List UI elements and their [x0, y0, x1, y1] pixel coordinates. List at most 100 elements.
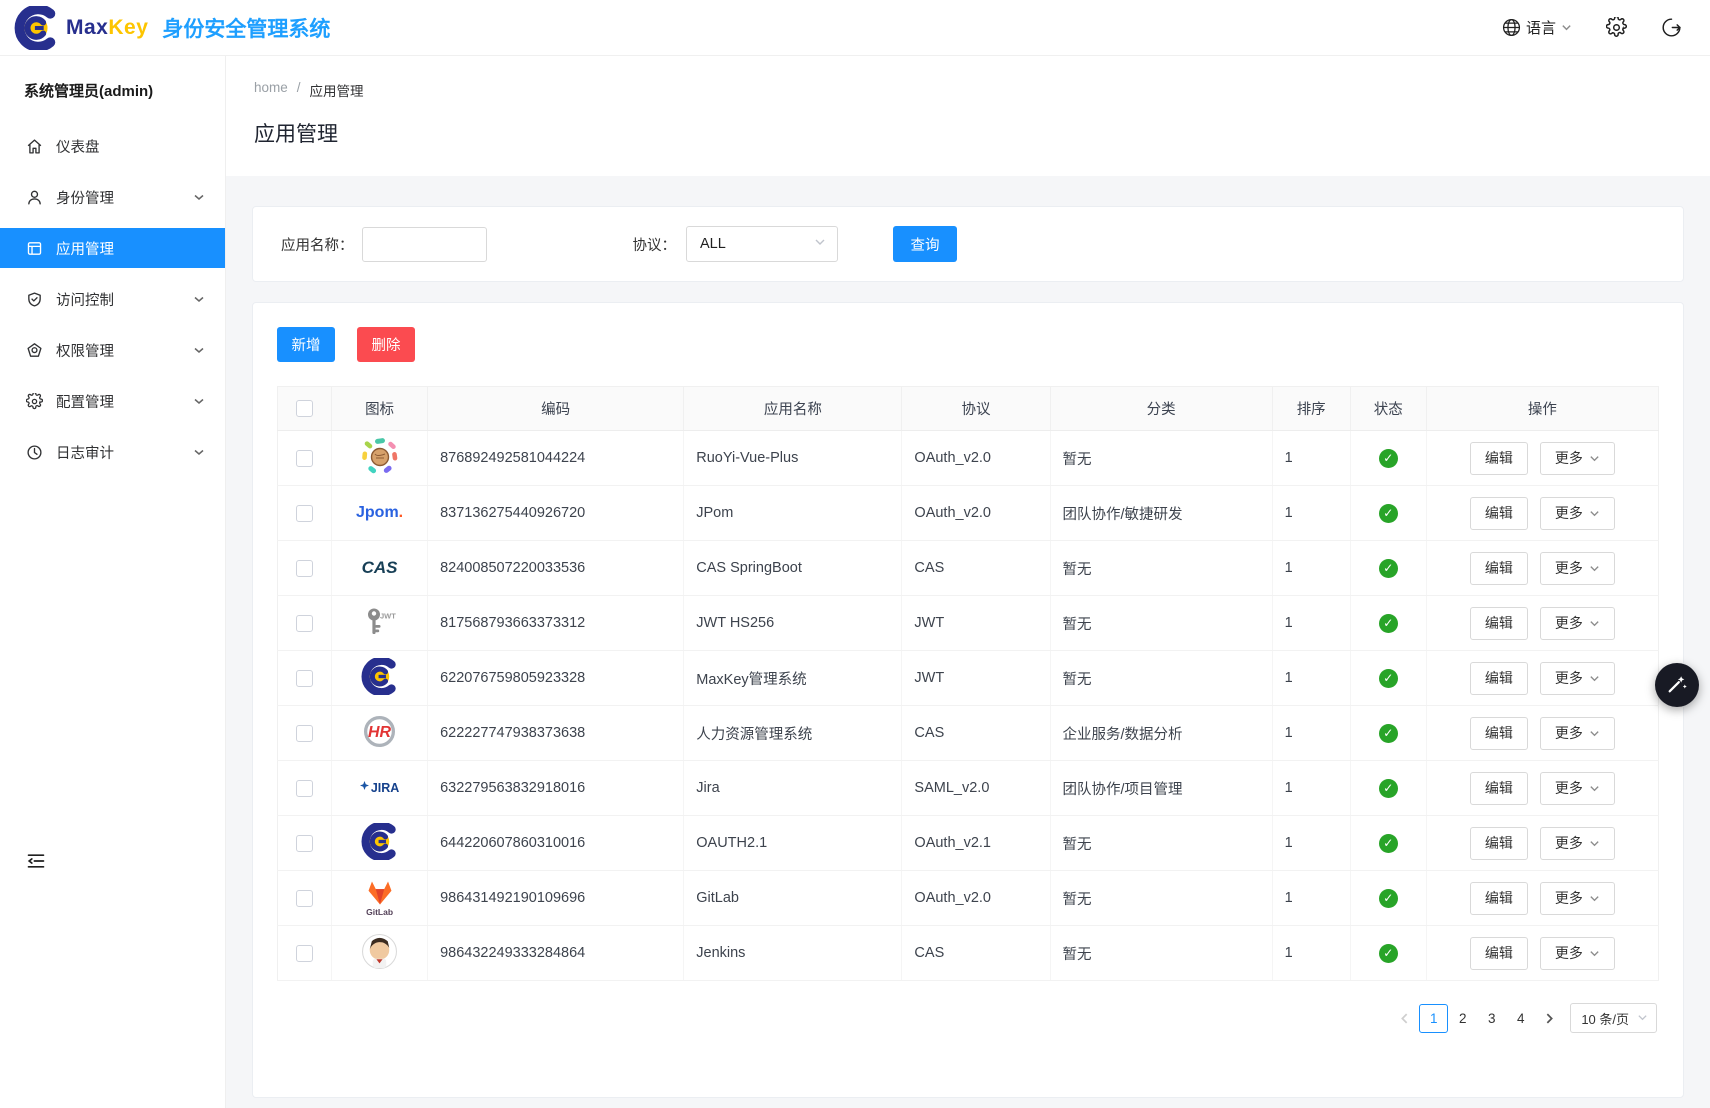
- check-circle-icon: ✓: [1379, 504, 1398, 523]
- chevron-down-icon: [814, 236, 826, 252]
- edit-button[interactable]: 编辑: [1470, 442, 1528, 475]
- edit-button[interactable]: 编辑: [1470, 937, 1528, 970]
- more-button[interactable]: 更多: [1540, 607, 1615, 640]
- table-row: JIRA 632279563832918016 Jira SAML_v2.0 团…: [278, 761, 1659, 816]
- page-title: 应用管理: [254, 118, 1680, 148]
- app-code: 644220607860310016: [428, 816, 684, 871]
- table-header-row: 图标 编码 应用名称 协议 分类 排序 状态 操作: [278, 387, 1659, 431]
- edit-button[interactable]: 编辑: [1470, 772, 1528, 805]
- clock-icon: [26, 444, 43, 461]
- row-checkbox[interactable]: [296, 560, 313, 577]
- app-name-input[interactable]: [362, 227, 487, 262]
- app-category: 暂无: [1050, 871, 1272, 926]
- row-checkbox[interactable]: [296, 890, 313, 907]
- row-checkbox[interactable]: [296, 945, 313, 962]
- add-button[interactable]: 新增: [277, 327, 335, 362]
- app-sort: 1: [1272, 871, 1350, 926]
- app-name: RuoYi-Vue-Plus: [684, 431, 902, 486]
- menu-fold-icon[interactable]: [26, 851, 46, 876]
- app-protocol: CAS: [902, 541, 1050, 596]
- language-menu[interactable]: 语言: [1502, 17, 1572, 38]
- page-button-3[interactable]: 3: [1477, 1004, 1506, 1033]
- page-head: home / 应用管理 应用管理: [226, 56, 1710, 176]
- sidebar-item-应用管理[interactable]: 应用管理: [0, 228, 225, 268]
- edit-button[interactable]: 编辑: [1470, 882, 1528, 915]
- app-name: JPom: [684, 486, 902, 541]
- pagination: 1234 10 条/页: [277, 1003, 1659, 1033]
- edit-button[interactable]: 编辑: [1470, 662, 1528, 695]
- jira-logo: JIRA: [360, 769, 399, 807]
- logout-icon[interactable]: [1661, 17, 1682, 38]
- gitlab-logo: GitLab: [366, 879, 394, 917]
- breadcrumb-current: 应用管理: [310, 80, 364, 100]
- app-sort: 1: [1272, 596, 1350, 651]
- check-circle-icon: ✓: [1379, 614, 1398, 633]
- row-checkbox[interactable]: [296, 450, 313, 467]
- chevron-down-icon: [1589, 563, 1600, 574]
- more-button[interactable]: 更多: [1540, 442, 1615, 475]
- sidebar-item-仪表盘[interactable]: 仪表盘: [0, 126, 225, 166]
- edit-button[interactable]: 编辑: [1470, 717, 1528, 750]
- page-button-2[interactable]: 2: [1448, 1004, 1477, 1033]
- app-protocol: CAS: [902, 706, 1050, 761]
- gear-icon[interactable]: [1606, 17, 1627, 38]
- svg-text:JWT: JWT: [380, 611, 396, 620]
- more-button[interactable]: 更多: [1540, 827, 1615, 860]
- row-checkbox[interactable]: [296, 670, 313, 687]
- sidebar-item-权限管理[interactable]: 权限管理: [0, 330, 225, 370]
- sidebar-item-日志审计[interactable]: 日志审计: [0, 432, 225, 472]
- sidebar-item-身份管理[interactable]: 身份管理: [0, 177, 225, 217]
- check-circle-icon: ✓: [1379, 834, 1398, 853]
- hr-logo: HR: [361, 712, 398, 750]
- chevron-right-icon[interactable]: [1543, 1012, 1556, 1025]
- check-circle-icon: ✓: [1379, 559, 1398, 578]
- chevron-left-icon[interactable]: [1398, 1012, 1411, 1025]
- chevron-down-icon: [1637, 1011, 1648, 1026]
- select-all-checkbox[interactable]: [296, 400, 313, 417]
- more-button[interactable]: 更多: [1540, 662, 1615, 695]
- more-button[interactable]: 更多: [1540, 552, 1615, 585]
- app-code: 837136275440926720: [428, 486, 684, 541]
- page-size-select[interactable]: 10 条/页: [1570, 1003, 1657, 1033]
- more-button[interactable]: 更多: [1540, 717, 1615, 750]
- app-category: 暂无: [1050, 596, 1272, 651]
- app-protocol: OAuth_v2.0: [902, 871, 1050, 926]
- more-button[interactable]: 更多: [1540, 937, 1615, 970]
- edit-button[interactable]: 编辑: [1470, 607, 1528, 640]
- protocol-select[interactable]: ALL: [686, 226, 838, 262]
- search-button[interactable]: 查询: [893, 226, 957, 262]
- page-button-1[interactable]: 1: [1419, 1004, 1448, 1033]
- more-button[interactable]: 更多: [1540, 772, 1615, 805]
- check-circle-icon: ✓: [1379, 669, 1398, 688]
- app-category: 团队协作/敏捷研发: [1050, 486, 1272, 541]
- breadcrumb-separator: /: [297, 80, 301, 100]
- app-name: 人力资源管理系统: [684, 706, 902, 761]
- table-row: GitLab 986431492190109696 GitLab OAuth_v…: [278, 871, 1659, 926]
- check-circle-icon: ✓: [1379, 449, 1398, 468]
- table-body: 876892492581044224 RuoYi-Vue-Plus OAuth_…: [278, 431, 1659, 981]
- row-checkbox[interactable]: [296, 725, 313, 742]
- breadcrumb-home[interactable]: home: [254, 80, 288, 100]
- edit-button[interactable]: 编辑: [1470, 827, 1528, 860]
- edit-button[interactable]: 编辑: [1470, 552, 1528, 585]
- sidebar-item-配置管理[interactable]: 配置管理: [0, 381, 225, 421]
- sidebar-item-访问控制[interactable]: 访问控制: [0, 279, 225, 319]
- more-button[interactable]: 更多: [1540, 882, 1615, 915]
- app-protocol: JWT: [902, 651, 1050, 706]
- app-name: Jira: [684, 761, 902, 816]
- gear-icon: [26, 393, 43, 410]
- column-header-protocol: 协议: [902, 387, 1050, 431]
- edit-button[interactable]: 编辑: [1470, 497, 1528, 530]
- row-checkbox[interactable]: [296, 505, 313, 522]
- column-header-actions: 操作: [1426, 387, 1658, 431]
- floating-tool-button[interactable]: [1655, 663, 1699, 707]
- app-category: 暂无: [1050, 926, 1272, 981]
- app-name: MaxKey管理系统: [684, 651, 902, 706]
- more-button[interactable]: 更多: [1540, 497, 1615, 530]
- page-button-4[interactable]: 4: [1506, 1004, 1535, 1033]
- row-checkbox[interactable]: [296, 615, 313, 632]
- delete-button[interactable]: 删除: [357, 327, 415, 362]
- check-circle-icon: ✓: [1379, 779, 1398, 798]
- row-checkbox[interactable]: [296, 780, 313, 797]
- row-checkbox[interactable]: [296, 835, 313, 852]
